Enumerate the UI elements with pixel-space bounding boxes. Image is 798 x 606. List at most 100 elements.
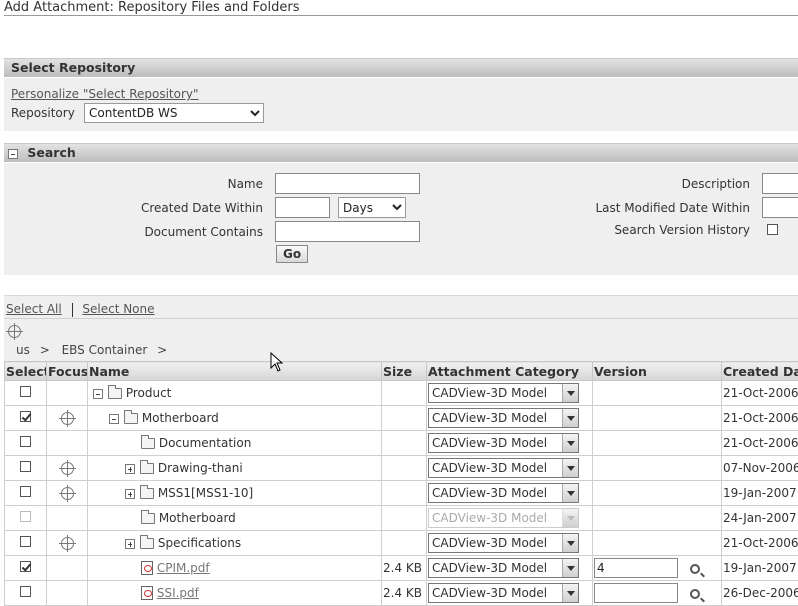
expand-icon[interactable] — [125, 539, 135, 549]
pdf-file-icon — [141, 561, 153, 575]
chevron-down-icon — [562, 409, 578, 427]
name-input[interactable] — [275, 173, 420, 194]
select-cell — [5, 431, 47, 456]
version-cell — [593, 556, 722, 581]
focus-icon[interactable] — [61, 462, 74, 475]
category-cell: CADView-3D Model — [427, 556, 593, 581]
row-select-checkbox[interactable] — [20, 461, 31, 472]
folder-name: Motherboard — [159, 511, 236, 525]
expand-icon[interactable] — [125, 464, 135, 474]
personalize-link[interactable]: Personalize "Select Repository" — [11, 87, 199, 101]
search-header[interactable]: Search — [4, 143, 798, 162]
select-repository-panel: Personalize "Select Repository" Reposito… — [4, 78, 798, 131]
created-date-unit-select[interactable]: Days — [338, 197, 406, 218]
row-select-checkbox[interactable] — [20, 561, 31, 572]
focus-root-icon[interactable] — [8, 325, 21, 338]
table-row: SSI.pdf2.4 KBCADView-3D Model26-Dec-2006 — [5, 581, 798, 606]
version-cell — [593, 431, 722, 456]
chevron-down-icon — [562, 484, 578, 502]
folder-icon — [124, 413, 138, 424]
focus-cell — [47, 581, 88, 606]
created-date-within-input[interactable] — [275, 197, 330, 218]
created-date-cell: 19-Jan-2007 0 — [722, 481, 798, 506]
row-select-checkbox[interactable] — [20, 436, 31, 447]
size-cell: 2.4 KB — [382, 556, 427, 581]
mouse-cursor-icon — [270, 352, 284, 372]
go-button[interactable]: Go — [276, 245, 308, 263]
attachment-category-select[interactable]: CADView-3D Model — [428, 383, 579, 403]
attachment-category-select[interactable]: CADView-3D Model — [428, 558, 579, 578]
attachment-category-select[interactable]: CADView-3D Model — [428, 458, 579, 478]
chevron-down-icon — [562, 584, 578, 602]
column-header-size[interactable]: Size — [382, 362, 427, 381]
chevron-down-icon — [562, 509, 578, 527]
created-date-cell: 21-Oct-2006 0 — [722, 431, 798, 456]
description-input[interactable] — [762, 173, 798, 194]
folder-icon — [141, 438, 155, 449]
focus-cell — [47, 431, 88, 456]
focus-icon[interactable] — [61, 487, 74, 500]
focus-icon[interactable] — [61, 412, 74, 425]
version-input[interactable] — [594, 558, 678, 578]
search-icon[interactable] — [690, 564, 700, 574]
collapse-icon[interactable] — [8, 149, 18, 159]
breadcrumb-item-us[interactable]: us — [16, 343, 30, 357]
name-cell: Specifications — [88, 531, 382, 556]
column-header-focus: Focus — [47, 362, 88, 381]
created-date-cell: 26-Dec-2006 — [722, 581, 798, 606]
collapse-icon[interactable] — [109, 414, 119, 424]
folder-icon — [141, 513, 155, 524]
created-date-cell: 21-Oct-2006 0 — [722, 406, 798, 431]
attachment-category-select[interactable]: CADView-3D Model — [428, 533, 579, 553]
attachment-category-select[interactable]: CADView-3D Model — [428, 433, 579, 453]
name-cell: MSS1[MSS1-10] — [88, 481, 382, 506]
row-select-checkbox[interactable] — [20, 486, 31, 497]
folder-icon — [140, 488, 154, 499]
table-row: Documentation CADView-3D Model 21-Oct-2006… — [5, 431, 798, 456]
select-cell — [5, 456, 47, 481]
breadcrumb-item-ebs-container[interactable]: EBS Container — [62, 343, 148, 357]
column-header-version: Version — [593, 362, 722, 381]
row-select-checkbox[interactable] — [20, 386, 31, 397]
collapse-icon[interactable] — [93, 389, 103, 399]
select-all-link[interactable]: Select All — [6, 302, 62, 316]
attachment-category-select[interactable]: CADView-3D Model — [428, 583, 579, 603]
search-heading: Search — [27, 145, 75, 160]
row-select-checkbox[interactable] — [20, 536, 31, 547]
column-header-name[interactable]: Name — [88, 362, 382, 381]
chevron-down-icon — [562, 534, 578, 552]
repository-select[interactable]: ContentDB WS — [84, 103, 264, 123]
created-date-cell: 19-Jan-2007 0 — [722, 556, 798, 581]
focus-cell — [47, 381, 88, 406]
version-cell — [593, 481, 722, 506]
focus-cell — [47, 506, 88, 531]
focus-cell — [47, 456, 88, 481]
category-cell: CADView-3D Model — [427, 381, 593, 406]
name-cell: Documentation — [88, 431, 382, 456]
size-cell — [382, 456, 427, 481]
attachment-category-select[interactable]: CADView-3D Model — [428, 408, 579, 428]
document-contains-input[interactable] — [275, 221, 420, 242]
attachment-category-select[interactable]: CADView-3D Model — [428, 483, 579, 503]
expand-icon[interactable] — [125, 489, 135, 499]
table-row: ProductCADView-3D Model21-Oct-2006 0 — [5, 381, 798, 406]
select-repository-header: Select Repository — [4, 58, 798, 77]
focus-icon[interactable] — [61, 537, 74, 550]
row-select-checkbox[interactable] — [20, 586, 31, 597]
table-row: Drawing-thaniCADView-3D Model07-Nov-2006 — [5, 456, 798, 481]
size-cell — [382, 481, 427, 506]
select-cell — [5, 381, 47, 406]
column-header-created-date[interactable]: Created Date — [722, 362, 798, 381]
search-version-history-checkbox[interactable] — [767, 224, 778, 235]
row-select-checkbox[interactable] — [20, 511, 31, 522]
search-icon[interactable] — [690, 589, 700, 599]
file-link[interactable]: CPIM.pdf — [157, 561, 210, 575]
select-repository-heading: Select Repository — [11, 60, 135, 75]
table-header-row: Select Focus Name Size Attachment Catego… — [5, 362, 798, 381]
select-none-link[interactable]: Select None — [82, 302, 154, 316]
row-select-checkbox[interactable] — [20, 411, 31, 422]
last-modified-input[interactable] — [762, 197, 798, 218]
category-cell: CADView-3D Model — [427, 581, 593, 606]
version-input[interactable] — [594, 583, 678, 603]
select-cell — [5, 481, 47, 506]
